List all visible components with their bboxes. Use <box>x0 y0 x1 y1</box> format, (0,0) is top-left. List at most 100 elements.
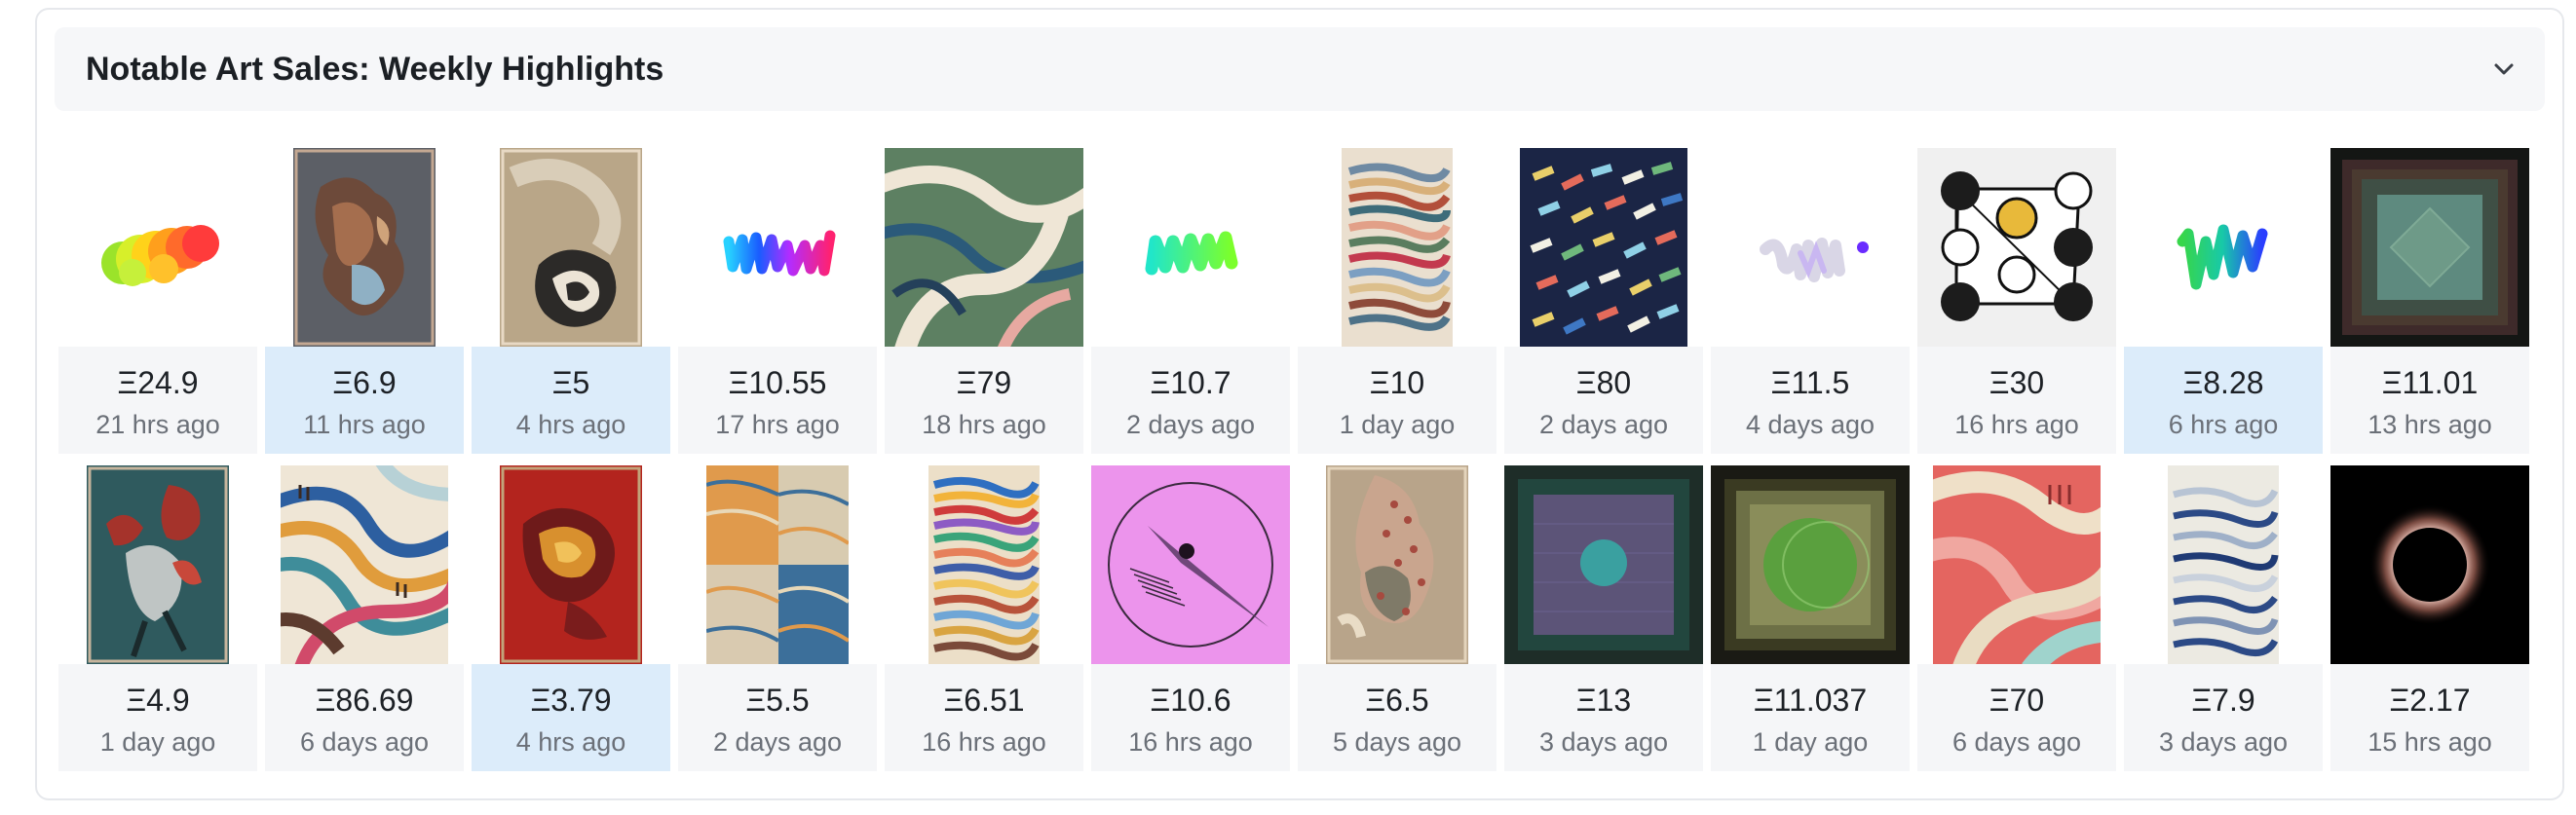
sale-info: Ξ10.7 2 days ago <box>1091 347 1290 454</box>
sale-price: Ξ11.5 <box>1770 365 1850 400</box>
sale-card[interactable]: Ξ24.9 21 hrs ago <box>58 148 257 458</box>
sale-time: 4 hrs ago <box>515 727 626 757</box>
sale-card[interactable]: Ξ4.9 1 day ago <box>58 465 257 775</box>
sale-card[interactable]: Ξ10.7 2 days ago <box>1091 148 1290 458</box>
artwork-thumbnail[interactable] <box>1504 465 1703 664</box>
artwork-thumbnail[interactable] <box>678 148 877 347</box>
sale-time: 3 days ago <box>1538 727 1669 757</box>
sale-info: Ξ10.55 17 hrs ago <box>678 347 877 454</box>
sale-time: 18 hrs ago <box>922 410 1046 439</box>
sale-price: Ξ5 <box>551 365 590 400</box>
sale-time: 1 day ago <box>1752 727 1869 757</box>
sale-card[interactable]: Ξ3.79 4 hrs ago <box>472 465 670 775</box>
sale-card[interactable]: Ξ79 18 hrs ago <box>885 148 1083 458</box>
sale-time: 3 days ago <box>2158 727 2289 757</box>
sale-info: Ξ24.9 21 hrs ago <box>58 347 257 454</box>
artwork-thumbnail[interactable] <box>2124 465 2323 664</box>
artwork-thumbnail[interactable] <box>2330 465 2529 664</box>
sale-price: Ξ24.9 <box>117 365 199 400</box>
sale-time: 1 day ago <box>1339 410 1456 439</box>
sale-card[interactable]: Ξ86.69 6 days ago <box>265 465 464 775</box>
artwork-thumbnail[interactable] <box>1504 148 1703 347</box>
sale-price: Ξ6.51 <box>943 683 1025 718</box>
artwork-thumbnail[interactable] <box>58 465 257 664</box>
panel-title: Notable Art Sales: Weekly Highlights <box>86 51 664 88</box>
sale-time: 6 days ago <box>299 727 430 757</box>
artwork-thumbnail[interactable] <box>1917 148 2116 347</box>
sale-card[interactable]: Ξ10.6 16 hrs ago <box>1091 465 1290 775</box>
sale-price: Ξ10.6 <box>1150 683 1231 718</box>
sale-card[interactable]: Ξ30 16 hrs ago <box>1917 148 2116 458</box>
artwork-thumbnail[interactable] <box>1298 465 1496 664</box>
sale-info: Ξ13 3 days ago <box>1504 664 1703 771</box>
artwork-thumbnail[interactable] <box>678 465 877 664</box>
sale-card[interactable]: Ξ11.037 1 day ago <box>1711 465 1910 775</box>
sale-info: Ξ7.9 3 days ago <box>2124 664 2323 771</box>
panel-header[interactable]: Notable Art Sales: Weekly Highlights <box>55 27 2545 111</box>
artwork-thumbnail[interactable] <box>1917 465 2116 664</box>
artwork-thumbnail[interactable] <box>472 465 670 664</box>
artwork-thumbnail[interactable] <box>885 148 1083 347</box>
sale-info: Ξ6.5 5 days ago <box>1298 664 1496 771</box>
sale-price: Ξ10 <box>1369 365 1425 400</box>
sale-card[interactable]: Ξ6.51 16 hrs ago <box>885 465 1083 775</box>
sale-card[interactable]: Ξ5 4 hrs ago <box>472 148 670 458</box>
sale-info: Ξ11.01 13 hrs ago <box>2330 347 2529 454</box>
sale-time: 16 hrs ago <box>922 727 1046 757</box>
sale-time: 2 days ago <box>1538 410 1669 439</box>
sale-info: Ξ3.79 4 hrs ago <box>472 664 670 771</box>
sale-info: Ξ80 2 days ago <box>1504 347 1703 454</box>
sale-card[interactable]: Ξ7.9 3 days ago <box>2124 465 2323 775</box>
sale-time: 16 hrs ago <box>1128 727 1253 757</box>
sale-card[interactable]: Ξ80 2 days ago <box>1504 148 1703 458</box>
sale-info: Ξ6.51 16 hrs ago <box>885 664 1083 771</box>
sale-time: 21 hrs ago <box>95 410 220 439</box>
sale-card[interactable]: Ξ6.9 11 hrs ago <box>265 148 464 458</box>
sale-info: Ξ4.9 1 day ago <box>58 664 257 771</box>
artwork-thumbnail[interactable] <box>472 148 670 347</box>
sale-card[interactable]: Ξ6.5 5 days ago <box>1298 465 1496 775</box>
sale-time: 4 hrs ago <box>515 410 626 439</box>
sale-card[interactable]: Ξ8.28 6 hrs ago <box>2124 148 2323 458</box>
sale-info: Ξ2.17 15 hrs ago <box>2330 664 2529 771</box>
sale-price: Ξ10.7 <box>1150 365 1231 400</box>
sale-price: Ξ7.9 <box>2191 683 2255 718</box>
sale-info: Ξ11.037 1 day ago <box>1711 664 1910 771</box>
artwork-thumbnail[interactable] <box>1711 148 1910 347</box>
sale-time: 17 hrs ago <box>715 410 840 439</box>
sale-card[interactable]: Ξ70 6 days ago <box>1917 465 2116 775</box>
sale-card[interactable]: Ξ11.01 13 hrs ago <box>2330 148 2529 458</box>
sale-info: Ξ5 4 hrs ago <box>472 347 670 454</box>
sale-card[interactable]: Ξ11.5 4 days ago <box>1711 148 1910 458</box>
sale-price: Ξ86.69 <box>315 683 414 718</box>
sale-time: 15 hrs ago <box>2368 727 2492 757</box>
sale-price: Ξ4.9 <box>126 683 190 718</box>
sale-info: Ξ30 16 hrs ago <box>1917 347 2116 454</box>
artwork-thumbnail[interactable] <box>2124 148 2323 347</box>
artwork-thumbnail[interactable] <box>1711 465 1910 664</box>
sale-price: Ξ79 <box>956 365 1012 400</box>
sale-time: 5 days ago <box>1332 727 1462 757</box>
sale-info: Ξ10 1 day ago <box>1298 347 1496 454</box>
artwork-thumbnail[interactable] <box>265 465 464 664</box>
sale-info: Ξ79 18 hrs ago <box>885 347 1083 454</box>
artwork-thumbnail[interactable] <box>1091 465 1290 664</box>
sale-card[interactable]: Ξ5.5 2 days ago <box>678 465 877 775</box>
chevron-down-icon[interactable] <box>2486 52 2521 87</box>
sale-time: 1 day ago <box>99 727 216 757</box>
sale-card[interactable]: Ξ2.17 15 hrs ago <box>2330 465 2529 775</box>
artwork-thumbnail[interactable] <box>265 148 464 347</box>
sale-info: Ξ86.69 6 days ago <box>265 664 464 771</box>
sale-price: Ξ6.5 <box>1365 683 1429 718</box>
artwork-thumbnail[interactable] <box>2330 148 2529 347</box>
artwork-thumbnail[interactable] <box>58 148 257 347</box>
sale-card[interactable]: Ξ10 1 day ago <box>1298 148 1496 458</box>
sale-time: 6 hrs ago <box>2168 410 2279 439</box>
sale-card[interactable]: Ξ10.55 17 hrs ago <box>678 148 877 458</box>
sale-time: 4 days ago <box>1745 410 1875 439</box>
artwork-thumbnail[interactable] <box>885 465 1083 664</box>
artwork-thumbnail[interactable] <box>1091 148 1290 347</box>
sale-card[interactable]: Ξ13 3 days ago <box>1504 465 1703 775</box>
sale-info: Ξ6.9 11 hrs ago <box>265 347 464 454</box>
artwork-thumbnail[interactable] <box>1298 148 1496 347</box>
